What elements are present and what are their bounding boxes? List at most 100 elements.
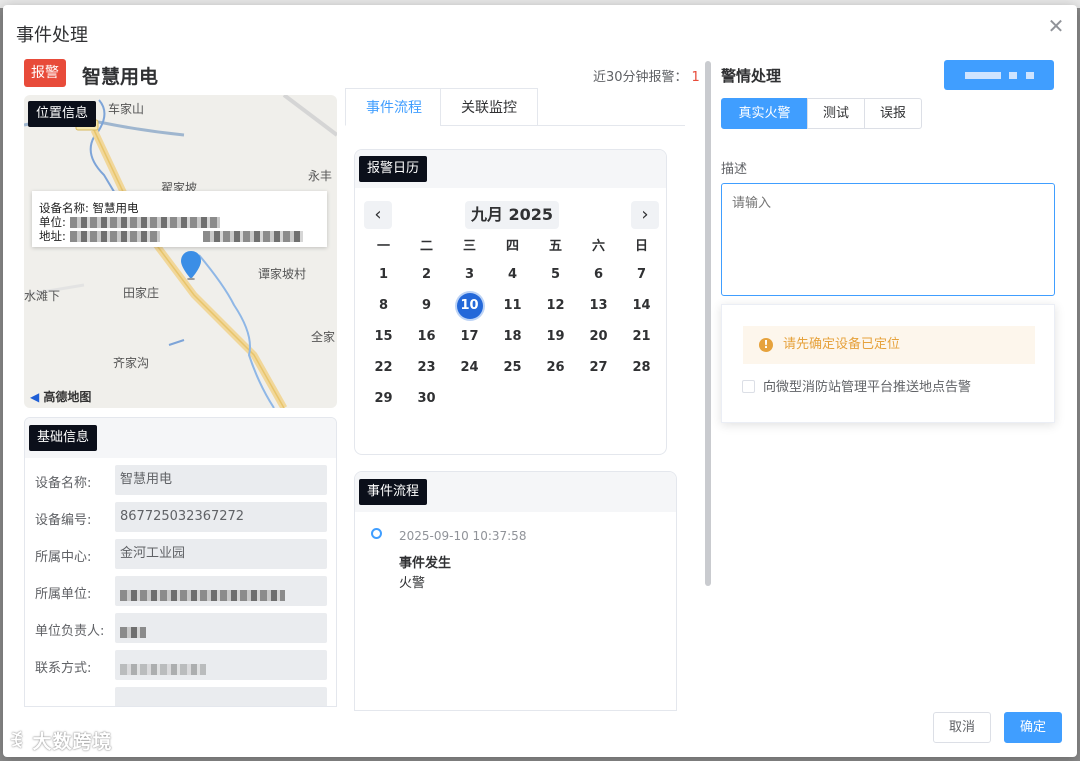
recent-alarm-count: 1 — [691, 70, 700, 85]
calendar-day[interactable]: 22 — [362, 352, 405, 383]
calendar-day[interactable]: 29 — [362, 383, 405, 414]
push-alarm-checkbox[interactable] — [742, 380, 755, 393]
calendar-day[interactable]: 17 — [448, 321, 491, 352]
calendar-days: 1 2 3 4 5 6 7 8 9 10 11 12 13 14 15 16 17 18 19 20 21 22 23 24 2… — [362, 259, 663, 414]
description-input[interactable] — [721, 183, 1055, 296]
calendar-day[interactable]: 5 — [534, 259, 577, 290]
amap-logo-icon: ◀ — [30, 390, 40, 404]
calendar-day[interactable]: 20 — [577, 321, 620, 352]
center-field[interactable]: 金河工业园 — [115, 539, 327, 569]
calendar-day[interactable]: 15 — [362, 321, 405, 352]
cancel-button[interactable]: 取消 — [933, 712, 991, 743]
alert-handling-title: 警情处理 — [721, 67, 782, 85]
calendar-day[interactable]: 16 — [405, 321, 448, 352]
calendar-day[interactable]: 19 — [534, 321, 577, 352]
event-desc: 火警 — [399, 576, 426, 591]
calendar-day[interactable]: 25 — [491, 352, 534, 383]
calendar-day[interactable]: 21 — [620, 321, 663, 352]
extra-field[interactable] — [115, 687, 327, 706]
segment-real-fire[interactable]: 真实火警 — [721, 98, 808, 129]
calendar-week: 29 30 — [362, 383, 663, 414]
calendar-day[interactable]: 3 — [448, 259, 491, 290]
calendar-day[interactable]: 24 — [448, 352, 491, 383]
form-label: 单位负责人: — [35, 624, 105, 639]
unit-field[interactable] — [115, 576, 327, 606]
calendar-day-today[interactable]: 10 — [448, 290, 491, 321]
redacted-unit-value — [120, 589, 285, 601]
calendar-day[interactable]: 14 — [620, 290, 663, 321]
weekday: 五 — [548, 239, 562, 254]
form-row-device-code: 设备编号: 867725032367272 — [25, 502, 336, 532]
redacted-label — [965, 72, 1001, 79]
owner-field[interactable] — [115, 613, 327, 643]
location-pin-icon[interactable] — [180, 250, 202, 280]
calendar-week: 1234567 — [362, 259, 663, 290]
redacted-address-2 — [203, 231, 304, 242]
weekday: 一 — [376, 239, 390, 254]
calendar-day[interactable]: 12 — [534, 290, 577, 321]
calendar-day[interactable]: 23 — [405, 352, 448, 383]
form-label: 设备名称: — [35, 476, 92, 491]
calendar-day[interactable]: 6 — [577, 259, 620, 290]
calendar-day[interactable]: 1 — [362, 259, 405, 290]
push-alarm-option[interactable]: 向微型消防站管理平台推送地点告警 — [742, 376, 971, 395]
event-time: 2025-09-10 10:37:58 — [399, 529, 527, 543]
map-info-device: 设备名称: 智慧用电 — [39, 201, 139, 215]
redacted-unit — [69, 217, 220, 228]
calendar-day[interactable]: 8 — [362, 290, 405, 321]
contact-field[interactable] — [115, 650, 327, 680]
event-dialog: 事件处理 ✕ 报警 智慧用电 近30分钟报警： 1 位置信息 车家山 翟家坡 永丰… — [3, 5, 1077, 757]
form-row-center: 所属中心: 金河工业园 — [25, 539, 336, 569]
watermark-icon: ꉂ — [9, 731, 25, 753]
alarm-calendar: 报警日历 ‹ 九月 2025 › 一 二 三 四 五 六 日 123456789… — [354, 149, 667, 455]
tab-event-flow[interactable]: 事件流程 — [345, 88, 443, 126]
calendar-day-empty — [491, 383, 534, 414]
segment-test[interactable]: 测试 — [807, 98, 865, 129]
calendar-day[interactable]: 13 — [577, 290, 620, 321]
confirm-popover: ! 请先确定设备已定位 向微型消防站管理平台推送地点告警 — [721, 304, 1055, 423]
warning-alert: ! 请先确定设备已定位 — [743, 326, 1035, 364]
calendar-day-empty — [620, 383, 663, 414]
confirm-button[interactable]: 确定 — [1004, 712, 1062, 743]
redacted-address — [69, 231, 160, 242]
form-label: 所属中心: — [35, 550, 92, 565]
calendar-day[interactable]: 26 — [534, 352, 577, 383]
amap-logo: ◀ 高德地图 — [30, 390, 92, 404]
form-label: 设备编号: — [35, 513, 92, 528]
calendar-day[interactable]: 18 — [491, 321, 534, 352]
calendar-day[interactable]: 7 — [620, 259, 663, 290]
redacted-label — [1009, 72, 1017, 79]
map-place: 齐家沟 — [113, 356, 150, 370]
calendar-day[interactable]: 11 — [491, 290, 534, 321]
device-title: 智慧用电 — [82, 66, 159, 88]
calendar-day[interactable]: 2 — [405, 259, 448, 290]
form-row-device-name: 设备名称: 智慧用电 — [25, 465, 336, 495]
masked-action-button[interactable] — [944, 60, 1054, 90]
description-label: 描述 — [721, 162, 748, 177]
segment-false-alarm[interactable]: 误报 — [864, 98, 922, 129]
calendar-day-empty — [448, 383, 491, 414]
dialog-title: 事件处理 — [16, 25, 88, 46]
calendar-week: 15 16 17 18 19 20 21 — [362, 321, 663, 352]
calendar-weekdays: 一 二 三 四 五 六 日 — [362, 234, 663, 259]
calendar-day[interactable]: 30 — [405, 383, 448, 414]
map-place: 水滩下 — [24, 289, 61, 303]
tab-related-monitor[interactable]: 关联监控 — [440, 88, 538, 126]
calendar-day[interactable]: 4 — [491, 259, 534, 290]
calendar-day[interactable]: 27 — [577, 352, 620, 383]
device-name-field[interactable]: 智慧用电 — [115, 465, 327, 495]
calendar-month[interactable]: 九月 2025 — [465, 201, 559, 229]
map-panel[interactable]: 位置信息 车家山 翟家坡 永丰 谭家坡村 田家庄 水滩下 全家 齐家沟 设备名称… — [24, 95, 337, 408]
close-icon[interactable]: ✕ — [1045, 15, 1067, 37]
chevron-left-icon[interactable]: ‹ — [364, 201, 392, 229]
chevron-right-icon[interactable]: › — [631, 201, 659, 229]
warning-text: 请先确定设备已定位 — [783, 337, 901, 352]
scrollbar[interactable] — [705, 61, 711, 586]
form-row-contact: 联系方式: — [25, 650, 336, 680]
device-code-field[interactable]: 867725032367272 — [115, 502, 327, 532]
form-row-extra — [25, 687, 336, 706]
calendar-day[interactable]: 9 — [405, 290, 448, 321]
event-flow-tag: 事件流程 — [359, 479, 428, 505]
calendar-day[interactable]: 28 — [620, 352, 663, 383]
calendar-day-empty — [534, 383, 577, 414]
